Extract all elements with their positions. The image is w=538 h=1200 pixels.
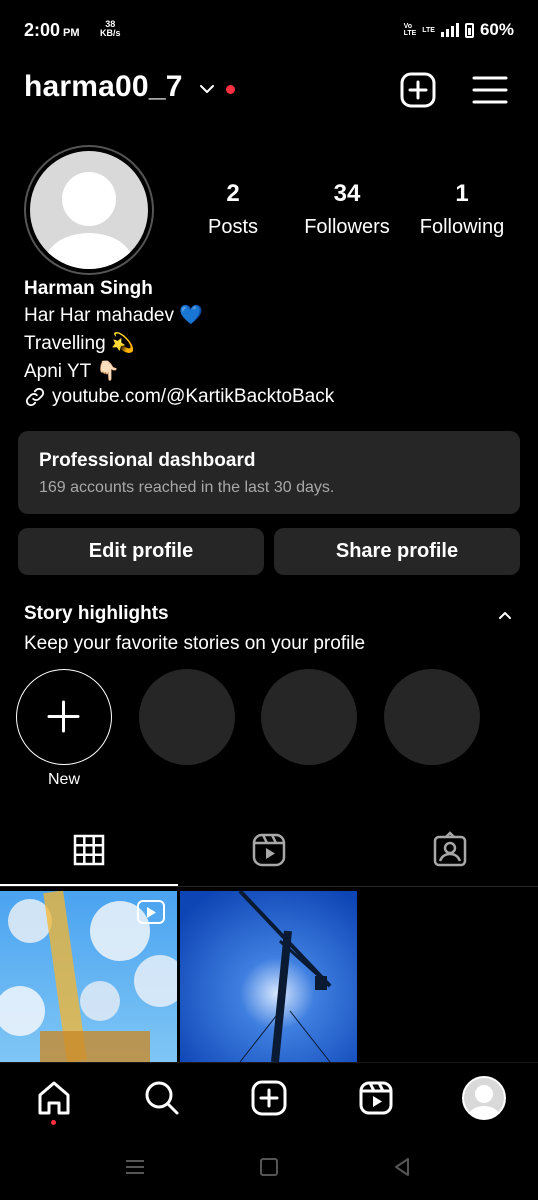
post-thumbnail[interactable] (0, 891, 177, 1062)
link-icon (25, 387, 45, 407)
stat-followers[interactable]: 34 Followers (296, 180, 398, 239)
followers-label: Followers (304, 216, 390, 238)
status-time: 2:00 PM (24, 20, 80, 40)
reel-thumbnail-image (0, 891, 177, 1062)
posts-label: Posts (207, 216, 259, 238)
crane-photo-image (180, 891, 357, 1062)
profile-link[interactable]: youtube.com/@KartikBacktoBack (24, 386, 334, 408)
professional-dashboard-card[interactable] (18, 431, 520, 514)
stat-following[interactable]: 1 Following (412, 180, 512, 239)
profile-display-name: Harman Singh (24, 278, 153, 299)
post-thumbnail[interactable] (180, 891, 357, 1062)
search-icon[interactable] (142, 1078, 182, 1118)
story-highlights-subtitle: Keep your favorite stories on your profi… (24, 633, 366, 654)
default-avatar-icon (45, 172, 133, 269)
battery-icon (464, 22, 474, 38)
grid-icon[interactable] (69, 830, 109, 870)
plus-icon (47, 700, 80, 733)
bio-line: Travelling 💫 (24, 333, 135, 354)
reels-icon[interactable] (356, 1078, 396, 1118)
tab-divider (0, 886, 538, 887)
story-highlights-title: Story highlights (24, 603, 169, 624)
lte-icon: LTE (422, 26, 435, 34)
home-active-dot (51, 1120, 56, 1125)
share-profile-button[interactable]: Share profile (274, 528, 520, 575)
followers-count: 34 (333, 180, 361, 207)
status-indicators: Vo LTE LTE 60% (404, 20, 514, 40)
profile-link-text: youtube.com/@KartikBacktoBack (52, 386, 335, 407)
profile-username[interactable]: harma00_7 (24, 70, 183, 104)
highlight-placeholder (261, 669, 357, 765)
posts-count: 2 (226, 180, 240, 207)
create-icon[interactable] (249, 1078, 289, 1118)
volte-icon: Vo LTE (403, 23, 417, 37)
signal-icon (440, 23, 459, 37)
new-highlight-button[interactable] (16, 669, 112, 765)
dashboard-subtitle: 169 accounts reached in the last 30 days… (39, 479, 335, 496)
chevron-down-icon[interactable] (198, 80, 216, 98)
new-highlight-label: New (47, 771, 80, 788)
default-avatar-icon (469, 1085, 499, 1118)
recent-apps-icon[interactable] (123, 1155, 147, 1179)
network-speed: 38 KB/s (100, 19, 121, 38)
home-button-icon[interactable] (257, 1155, 281, 1179)
stat-posts[interactable]: 2 Posts (193, 180, 273, 239)
reels-icon[interactable] (249, 830, 289, 870)
highlight-placeholder (139, 669, 235, 765)
battery-percentage: 60% (479, 20, 514, 39)
edit-profile-button[interactable]: Edit profile (18, 528, 264, 575)
bio-line: Apni YT 👇🏻 (24, 361, 120, 382)
following-label: Following (419, 216, 505, 238)
back-icon[interactable] (390, 1155, 414, 1179)
menu-icon[interactable] (470, 70, 510, 110)
tagged-icon[interactable] (430, 830, 470, 870)
highlight-placeholder (384, 669, 480, 765)
notification-dot (226, 85, 235, 94)
home-icon[interactable] (34, 1078, 74, 1118)
dashboard-title: Professional dashboard (39, 450, 256, 471)
bio-line: Har Har mahadev 💙 (24, 305, 203, 326)
new-post-icon[interactable] (398, 70, 438, 110)
avatar[interactable] (30, 151, 148, 269)
profile-avatar[interactable] (462, 1076, 506, 1120)
chevron-up-icon[interactable] (497, 608, 513, 622)
following-count: 1 (455, 180, 469, 207)
